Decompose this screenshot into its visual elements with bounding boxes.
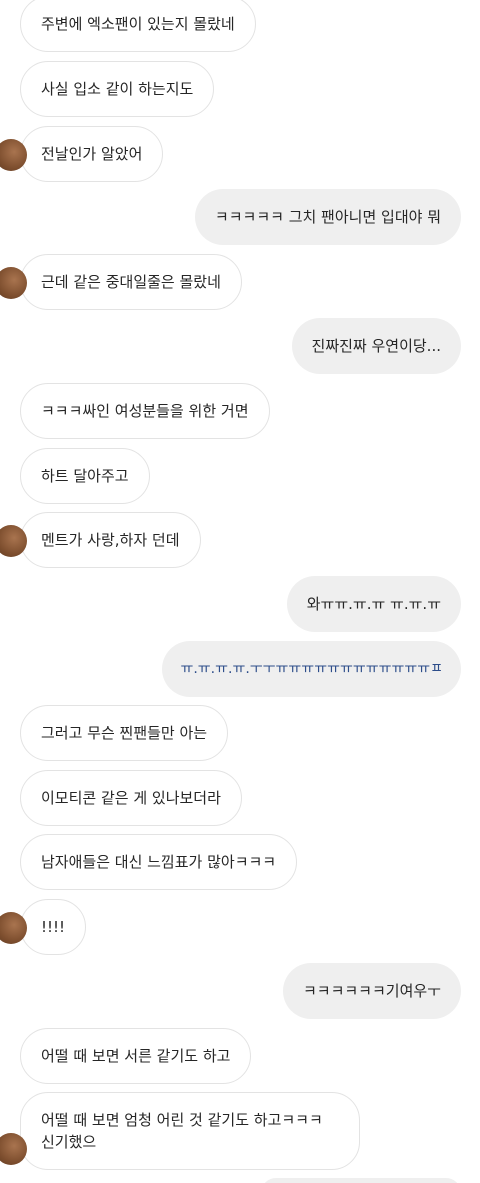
message-text: 하트 달아주고 xyxy=(41,467,129,485)
sender-avatar[interactable] xyxy=(0,912,27,944)
message-text: 근데 같은 중대일줄은 몰랐네 xyxy=(41,273,221,291)
sender-avatar[interactable] xyxy=(0,267,27,299)
sender-avatar[interactable] xyxy=(0,1133,27,1165)
message-outgoing[interactable]: ㅠ.ㅠ.ㅠ.ㅠ.ㅜㅜㅠㅠㅠㅠㅠㅠㅠㅠㅠㅠㅠㅠㅍ xyxy=(162,641,461,697)
message-text: 주변에 엑소팬이 있는지 몰랐네 xyxy=(41,15,235,33)
message-incoming[interactable]: !!!! xyxy=(0,899,87,955)
message-text: ㅋㅋㅋㅋㅋㅋ기여우ㅜ xyxy=(302,982,441,1000)
message-text: 어떨 때 보면 엄청 어린 것 같기도 하고ㅋㅋㅋ 신기했으 xyxy=(41,1111,323,1151)
message-outgoing[interactable]: ㅋㅋㅋㅋㅋ 그치 팬아니면 입대야 뭐 xyxy=(194,189,461,245)
message-incoming[interactable]: ㅋㅋㅋ싸인 여성분들을 위한 거면 xyxy=(20,383,270,439)
message-outgoing[interactable]: 진짜진짜 우연이당... xyxy=(291,318,461,374)
message-incoming[interactable]: 멘트가 사랑,하자 던데 xyxy=(0,512,201,568)
message-text: 사실 입소 같이 하는지도 xyxy=(41,80,194,98)
message-incoming[interactable]: 사실 입소 같이 하는지도 xyxy=(20,61,215,117)
sender-avatar[interactable] xyxy=(0,139,27,171)
message-outgoing-partial[interactable] xyxy=(261,1178,461,1183)
sender-avatar[interactable] xyxy=(0,525,27,557)
message-text: 남자애들은 대신 느낌표가 많아ㅋㅋㅋ xyxy=(41,853,277,871)
message-text: 어떨 때 보면 서른 같기도 하고 xyxy=(41,1047,231,1065)
chat-thread: 주변에 엑소팬이 있는지 몰랐네 사실 입소 같이 하는지도 전날인가 알았어 … xyxy=(0,0,480,1183)
message-incoming[interactable]: 어떨 때 보면 서른 같기도 하고 xyxy=(20,1028,252,1084)
message-text: 진짜진짜 우연이당... xyxy=(311,337,441,355)
message-outgoing[interactable]: 와ㅠㅠ.ㅠ.ㅠ ㅠ.ㅠ.ㅠ xyxy=(286,576,461,632)
message-incoming[interactable]: 그러고 무슨 찐팬들만 아는 xyxy=(20,705,229,761)
message-incoming[interactable]: 이모티콘 같은 게 있나보더라 xyxy=(20,770,242,826)
message-incoming[interactable]: 남자애들은 대신 느낌표가 많아ㅋㅋㅋ xyxy=(20,834,298,890)
message-text: 와ㅠㅠ.ㅠ.ㅠ ㅠ.ㅠ.ㅠ xyxy=(306,595,441,613)
message-text: 멘트가 사랑,하자 던데 xyxy=(41,531,180,549)
message-text: !!!! xyxy=(41,918,66,936)
message-text: ㅠ.ㅠ.ㅠ.ㅠ.ㅜㅜㅠㅠㅠㅠㅠㅠㅠㅠㅠㅠㅠㅠㅍ xyxy=(180,661,443,677)
message-text: 전날인가 알았어 xyxy=(41,145,143,163)
message-text: ㅋㅋㅋ싸인 여성분들을 위한 거면 xyxy=(41,402,249,420)
message-text: 이모티콘 같은 게 있나보더라 xyxy=(41,789,221,807)
message-outgoing[interactable]: ㅋㅋㅋㅋㅋㅋ기여우ㅜ xyxy=(282,963,461,1019)
message-incoming[interactable]: 어떨 때 보면 엄청 어린 것 같기도 하고ㅋㅋㅋ 신기했으 xyxy=(0,1092,360,1170)
message-incoming[interactable]: 하트 달아주고 xyxy=(20,448,150,504)
message-text: 그러고 무슨 찐팬들만 아는 xyxy=(41,724,208,742)
message-incoming[interactable]: 근데 같은 중대일줄은 몰랐네 xyxy=(0,254,242,310)
message-incoming[interactable]: 주변에 엑소팬이 있는지 몰랐네 xyxy=(20,0,256,52)
message-incoming[interactable]: 전날인가 알았어 xyxy=(0,126,164,182)
message-text: ㅋㅋㅋㅋㅋ 그치 팬아니면 입대야 뭐 xyxy=(214,208,441,226)
